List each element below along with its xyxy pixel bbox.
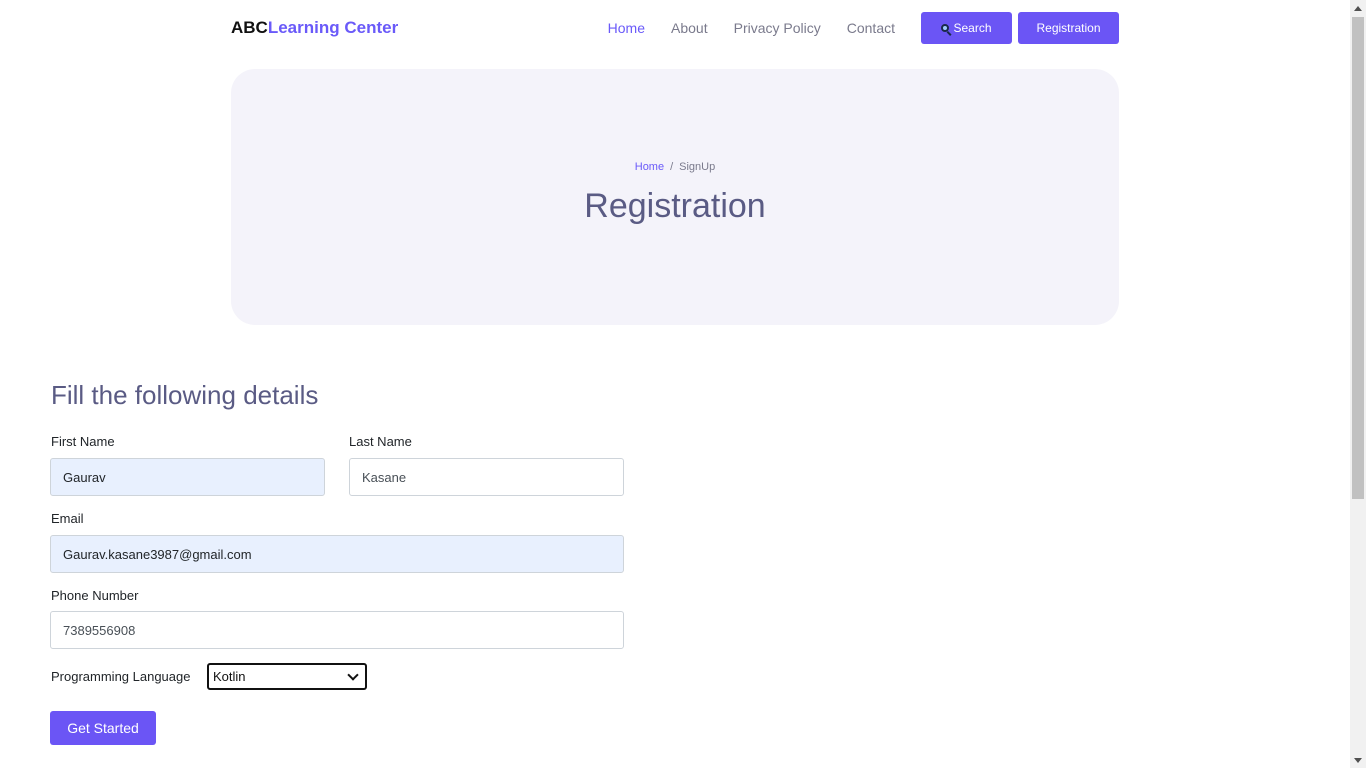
email-field[interactable] — [50, 535, 624, 573]
arrow-down-icon — [1354, 757, 1362, 763]
brand-part-2: Learning Center — [267, 18, 399, 37]
first-name-label: First Name — [51, 434, 115, 449]
phone-label: Phone Number — [51, 588, 139, 603]
search-button-label: Search — [953, 21, 992, 35]
language-select[interactable]: Kotlin — [207, 663, 367, 690]
arrow-up-icon — [1354, 5, 1362, 11]
last-name-label: Last Name — [349, 434, 412, 449]
nav-link-home[interactable]: Home — [608, 20, 645, 36]
get-started-button[interactable]: Get Started — [50, 711, 156, 745]
nav-link-contact[interactable]: Contact — [847, 20, 895, 36]
magnifier-icon — [941, 23, 953, 36]
vertical-scrollbar[interactable] — [1350, 0, 1366, 768]
nav-link-about[interactable]: About — [671, 20, 708, 36]
page-title: Registration — [584, 187, 766, 225]
page: ABCLearning Center Home About Privacy Po… — [0, 0, 1350, 768]
first-name-field[interactable] — [50, 458, 325, 496]
brand-logo[interactable]: ABCLearning Center — [231, 18, 398, 38]
scrollbar-thumb[interactable] — [1352, 17, 1364, 499]
last-name-field[interactable] — [349, 458, 624, 496]
nav-menu: Home About Privacy Policy Contact Search… — [608, 12, 1119, 44]
registration-button[interactable]: Registration — [1018, 12, 1119, 44]
email-label: Email — [51, 511, 84, 526]
breadcrumb-separator: / — [670, 161, 674, 173]
search-button[interactable]: Search — [921, 12, 1012, 44]
scroll-down-arrow[interactable] — [1350, 752, 1366, 768]
language-label: Programming Language — [51, 669, 191, 684]
language-select-value: Kotlin — [213, 669, 246, 684]
hero-banner: Home / SignUp Registration — [231, 69, 1119, 325]
navbar: ABCLearning Center Home About Privacy Po… — [231, 12, 1119, 44]
nav-link-privacy-policy[interactable]: Privacy Policy — [734, 20, 821, 36]
breadcrumb-home-link[interactable]: Home — [635, 161, 664, 173]
chevron-down-icon — [347, 668, 359, 681]
brand-part-1: ABC — [231, 18, 268, 37]
scroll-up-arrow[interactable] — [1350, 0, 1366, 16]
phone-field[interactable] — [50, 611, 624, 649]
breadcrumb-current: SignUp — [679, 161, 716, 173]
form-title: Fill the following details — [51, 380, 319, 410]
breadcrumb: Home / SignUp — [231, 161, 1119, 173]
